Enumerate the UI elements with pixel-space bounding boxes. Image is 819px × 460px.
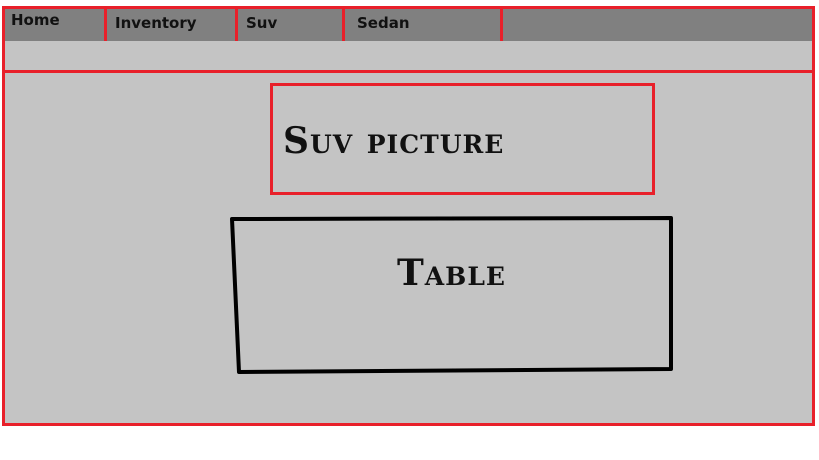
table-placeholder: [230, 216, 673, 374]
table-outline: [230, 216, 673, 374]
table-label: Table: [397, 252, 506, 294]
